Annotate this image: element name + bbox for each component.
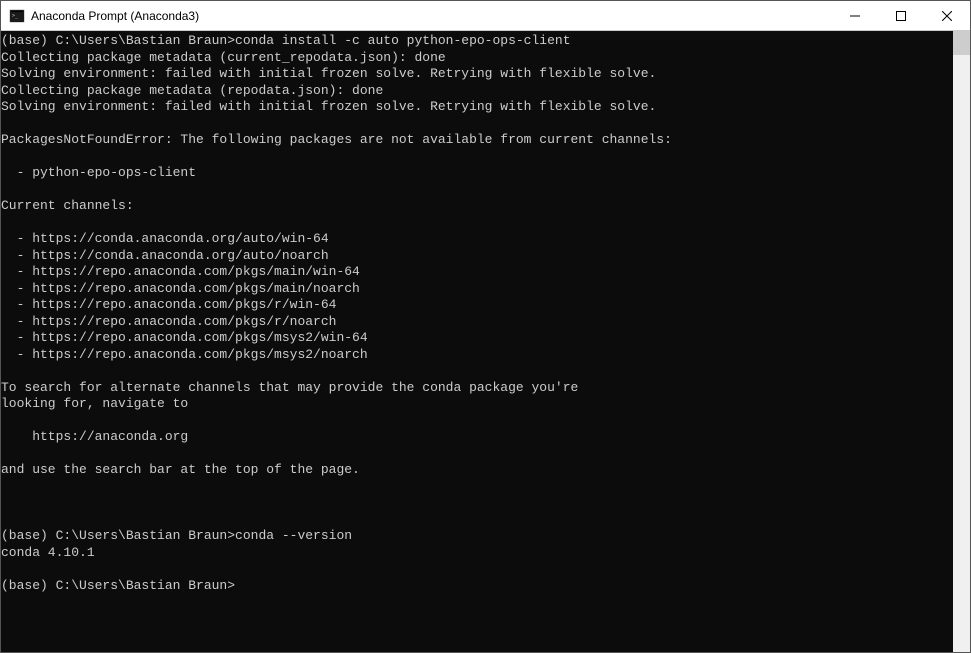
terminal-line (1, 512, 953, 529)
terminal-line: looking for, navigate to (1, 396, 953, 413)
terminal-line: (base) C:\Users\Bastian Braun>conda inst… (1, 33, 953, 50)
terminal-line: - https://conda.anaconda.org/auto/win-64 (1, 231, 953, 248)
window-controls (832, 1, 970, 30)
terminal-line: (base) C:\Users\Bastian Braun> (1, 578, 953, 595)
terminal-line (1, 149, 953, 166)
scrollbar-thumb[interactable] (953, 31, 970, 55)
terminal-line: - https://repo.anaconda.com/pkgs/main/no… (1, 281, 953, 298)
terminal-line (1, 116, 953, 133)
terminal-line (1, 182, 953, 199)
terminal-line: - https://repo.anaconda.com/pkgs/r/noarc… (1, 314, 953, 331)
terminal-line (1, 215, 953, 232)
terminal-output[interactable]: (base) C:\Users\Bastian Braun>conda inst… (1, 31, 953, 652)
terminal-line (1, 446, 953, 463)
terminal-line (1, 413, 953, 430)
close-button[interactable] (924, 1, 970, 30)
terminal-line: https://anaconda.org (1, 429, 953, 446)
application-window: >_ Anaconda Prompt (Anaconda3) (base) C:… (0, 0, 971, 653)
terminal-line: Current channels: (1, 198, 953, 215)
terminal-line: Solving environment: failed with initial… (1, 99, 953, 116)
terminal-line: and use the search bar at the top of the… (1, 462, 953, 479)
terminal-line: - python-epo-ops-client (1, 165, 953, 182)
minimize-button[interactable] (832, 1, 878, 30)
svg-text:>_: >_ (12, 13, 19, 19)
terminal-line (1, 363, 953, 380)
terminal-line: To search for alternate channels that ma… (1, 380, 953, 397)
terminal-line: Solving environment: failed with initial… (1, 66, 953, 83)
terminal-line: - https://conda.anaconda.org/auto/noarch (1, 248, 953, 265)
terminal-line (1, 479, 953, 496)
window-title: Anaconda Prompt (Anaconda3) (31, 9, 832, 23)
terminal-line: PackagesNotFoundError: The following pac… (1, 132, 953, 149)
terminal-line: Collecting package metadata (current_rep… (1, 50, 953, 67)
maximize-button[interactable] (878, 1, 924, 30)
scrollbar-track[interactable] (953, 31, 970, 652)
terminal-line: - https://repo.anaconda.com/pkgs/msys2/n… (1, 347, 953, 364)
terminal-line: - https://repo.anaconda.com/pkgs/r/win-6… (1, 297, 953, 314)
terminal-line (1, 561, 953, 578)
terminal-container: (base) C:\Users\Bastian Braun>conda inst… (1, 31, 970, 652)
terminal-line: - https://repo.anaconda.com/pkgs/main/wi… (1, 264, 953, 281)
app-icon: >_ (9, 8, 25, 24)
terminal-line: conda 4.10.1 (1, 545, 953, 562)
terminal-line: Collecting package metadata (repodata.js… (1, 83, 953, 100)
titlebar: >_ Anaconda Prompt (Anaconda3) (1, 1, 970, 31)
terminal-line: (base) C:\Users\Bastian Braun>conda --ve… (1, 528, 953, 545)
terminal-line: - https://repo.anaconda.com/pkgs/msys2/w… (1, 330, 953, 347)
terminal-line (1, 495, 953, 512)
